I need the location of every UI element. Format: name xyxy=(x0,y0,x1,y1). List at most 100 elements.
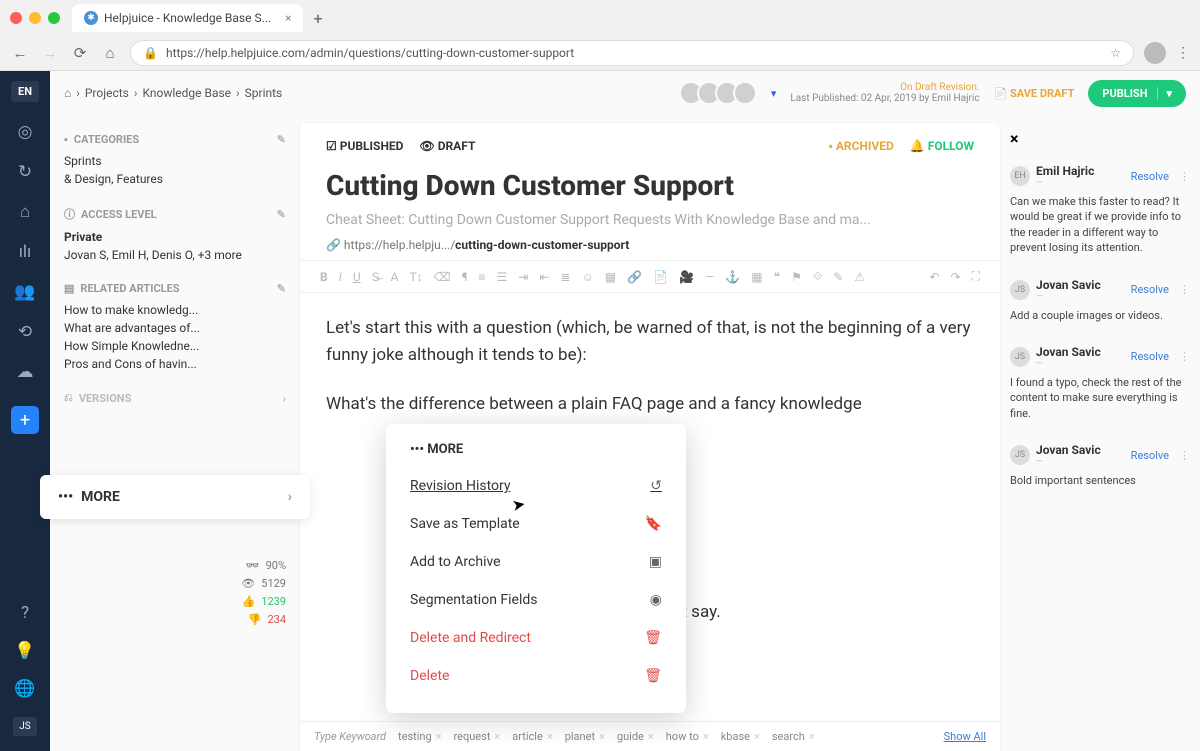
delete-item[interactable]: Delete🗑 xyxy=(386,657,686,695)
breadcrumb-projects[interactable]: Projects xyxy=(85,86,129,100)
publish-dropdown-icon[interactable]: ▾ xyxy=(1157,87,1172,100)
italic-icon[interactable]: I xyxy=(339,270,342,284)
image-icon[interactable]: ▦ xyxy=(605,270,616,284)
target-icon[interactable]: ◎ xyxy=(18,122,33,142)
related-article[interactable]: Pros and Cons of havin... xyxy=(64,355,286,373)
more-button-expanded[interactable]: •••MORE› xyxy=(40,475,310,519)
related-article[interactable]: How to make knowledg... xyxy=(64,301,286,319)
edit-icon[interactable]: ✎ xyxy=(277,208,286,221)
tag-item[interactable]: guide× xyxy=(617,730,654,743)
resolve-button[interactable]: Resolve xyxy=(1131,283,1169,296)
resolve-button[interactable]: Resolve xyxy=(1131,350,1169,363)
comment-item[interactable]: JSJovan Savic—Resolve⋮ Add a couple imag… xyxy=(1010,278,1190,323)
article-url[interactable]: 🔗 https://help.helpju.../cutting-down-cu… xyxy=(326,238,974,252)
close-tab-icon[interactable]: × xyxy=(285,11,291,25)
home-button[interactable]: ⌂ xyxy=(100,44,120,62)
emoji-icon[interactable]: ☺ xyxy=(581,270,593,284)
save-draft-button[interactable]: 📄 SAVE DRAFT xyxy=(994,87,1075,100)
follow-button[interactable]: 🔔 FOLLOW xyxy=(910,139,974,153)
edit-icon[interactable]: ✎ xyxy=(277,282,286,295)
published-toggle[interactable]: ☑ PUBLISHED xyxy=(326,139,403,153)
indent-icon[interactable]: ⇥ xyxy=(518,270,528,284)
breadcrumb-kb[interactable]: Knowledge Base xyxy=(142,86,231,100)
chevron-right-icon[interactable]: › xyxy=(283,392,286,405)
comment-item[interactable]: EHEmil Hajric—Resolve⋮ Can we make this … xyxy=(1010,164,1190,256)
users-icon[interactable]: 👥 xyxy=(14,282,35,302)
tag-item[interactable]: search× xyxy=(772,730,815,743)
resolve-button[interactable]: Resolve xyxy=(1131,449,1169,462)
clear-icon[interactable]: ⌫ xyxy=(434,270,451,284)
archived-badge[interactable]: ▪ ARCHIVED xyxy=(829,139,894,153)
comment-item[interactable]: JSJovan Savic—Resolve⋮ Bold important se… xyxy=(1010,443,1190,488)
draft-toggle[interactable]: 👁 DRAFT xyxy=(419,139,475,153)
flag-icon[interactable]: ⚑ xyxy=(791,270,802,284)
related-article[interactable]: What are advantages of... xyxy=(64,319,286,337)
forward-button[interactable]: → xyxy=(40,44,60,62)
browser-tab[interactable]: ✱ Helpjuice - Knowledge Base S... × xyxy=(72,4,303,32)
tag-item[interactable]: how to× xyxy=(666,730,709,743)
idea-icon[interactable]: 💡 xyxy=(14,641,35,661)
comment-menu-icon[interactable]: ⋮ xyxy=(1179,449,1190,462)
home-icon[interactable]: ⌂ xyxy=(20,202,30,222)
segmentation-item[interactable]: Segmentation Fields◉ xyxy=(386,581,686,619)
new-tab-button[interactable]: + xyxy=(313,9,322,28)
resolve-button[interactable]: Resolve xyxy=(1131,170,1169,183)
help-icon[interactable]: ? xyxy=(21,603,29,623)
comment-menu-icon[interactable]: ⋮ xyxy=(1179,170,1190,183)
back-button[interactable]: ← xyxy=(10,44,30,62)
divider-icon[interactable]: — xyxy=(705,270,714,284)
address-bar[interactable]: 🔒 https://help.helpjuice.com/admin/quest… xyxy=(130,40,1134,66)
tag-item[interactable]: request× xyxy=(454,730,501,743)
article-subtitle[interactable]: Cheat Sheet: Cutting Down Customer Suppo… xyxy=(326,212,974,228)
cloud-icon[interactable]: ☁ xyxy=(17,362,34,382)
link-icon[interactable]: 🔗 xyxy=(627,270,642,284)
edit-icon[interactable]: ✎ xyxy=(833,270,843,284)
tag-item[interactable]: planet× xyxy=(565,730,605,743)
close-window-icon[interactable] xyxy=(10,12,22,24)
quote-icon[interactable]: ❝ xyxy=(774,270,780,284)
user-badge[interactable]: JS xyxy=(13,717,36,736)
save-template-item[interactable]: Save as Template🔖 xyxy=(386,505,686,543)
list-ul-icon[interactable]: ≡ xyxy=(478,270,485,284)
reload-button[interactable]: ⟳ xyxy=(70,44,90,62)
textcolor-icon[interactable]: T↕ xyxy=(409,270,422,284)
close-comments-icon[interactable]: × xyxy=(1010,129,1190,148)
delete-redirect-item[interactable]: Delete and Redirect🗑 xyxy=(386,619,686,657)
paragraph-icon[interactable]: ¶ xyxy=(462,270,468,284)
show-all-tags[interactable]: Show All xyxy=(944,730,986,743)
redo-icon[interactable]: ↷ xyxy=(951,270,961,284)
anchor-icon[interactable]: ⚓ xyxy=(725,270,740,284)
browser-menu-icon[interactable]: ⋮ xyxy=(1176,45,1190,61)
avatars-dropdown-icon[interactable]: ▾ xyxy=(771,87,777,100)
home-icon[interactable]: ⌂ xyxy=(64,86,71,100)
bookmark-star-icon[interactable]: ☆ xyxy=(1110,46,1121,60)
globe-icon[interactable]: 🌐 xyxy=(14,679,35,699)
tag-item[interactable]: testing× xyxy=(398,730,442,743)
warning-icon[interactable]: ⚠ xyxy=(854,270,865,284)
breadcrumb-sprints[interactable]: Sprints xyxy=(245,86,283,100)
versions-heading[interactable]: VERSIONS xyxy=(79,392,132,405)
language-switcher[interactable]: EN xyxy=(11,81,39,102)
add-archive-item[interactable]: Add to Archive▣ xyxy=(386,543,686,581)
outdent-icon[interactable]: ⇤ xyxy=(539,270,549,284)
comment-menu-icon[interactable]: ⋮ xyxy=(1179,283,1190,296)
article-title[interactable]: Cutting Down Customer Support xyxy=(326,169,974,202)
undo-icon[interactable]: ↶ xyxy=(929,270,939,284)
table-icon[interactable]: ▦ xyxy=(751,270,762,284)
history-icon[interactable]: ↻ xyxy=(18,162,32,182)
code-icon[interactable]: ⟐ xyxy=(813,269,822,284)
align-icon[interactable]: ≣ xyxy=(560,270,570,284)
underline-icon[interactable]: U xyxy=(353,270,361,284)
bold-icon[interactable]: B xyxy=(320,270,328,284)
tag-item[interactable]: kbase× xyxy=(721,730,760,743)
expand-icon[interactable]: ⛶ xyxy=(972,269,980,284)
minimize-window-icon[interactable] xyxy=(29,12,41,24)
list-ol-icon[interactable]: ☰ xyxy=(497,270,508,284)
type-keyword-input[interactable]: Type Keywoard xyxy=(314,730,386,743)
edit-icon[interactable]: ✎ xyxy=(277,133,286,146)
collaborator-avatars[interactable] xyxy=(685,81,757,105)
comment-menu-icon[interactable]: ⋮ xyxy=(1179,350,1190,363)
publish-button[interactable]: PUBLISH ▾ xyxy=(1088,80,1186,107)
revision-history-item[interactable]: Revision History↺ xyxy=(386,467,686,505)
strike-icon[interactable]: S̶ xyxy=(372,270,380,284)
